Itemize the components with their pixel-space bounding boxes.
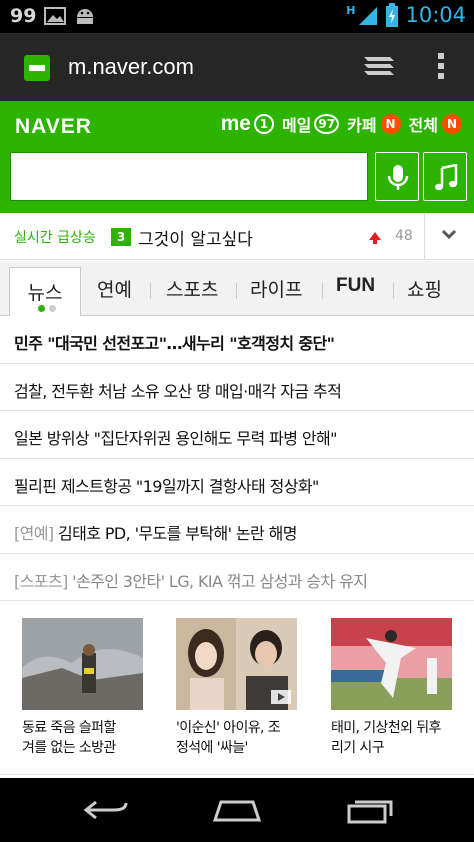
chevron-down-icon[interactable] <box>440 228 458 242</box>
page-indicator <box>38 305 56 312</box>
browser-toolbar: m.naver.com <box>0 33 474 101</box>
status-bar: 99 H 10:04 <box>0 0 474 33</box>
tab-life[interactable]: 라이프 <box>250 275 302 302</box>
music-search-button[interactable] <box>423 152 467 201</box>
search-input[interactable] <box>10 152 368 201</box>
all-services-link[interactable]: 전체 <box>409 112 438 136</box>
system-status: H 10:04 <box>346 3 466 27</box>
android-notification-icon <box>77 9 94 24</box>
clock: 10:04 <box>405 3 466 27</box>
news-photo <box>331 618 452 710</box>
news-headline: '손주인 3안타' LG, KIA 꺾고 삼성과 승차 유지 <box>72 571 368 591</box>
news-headline: 민주 "대국민 선전포고"…새누리 "호객정치 중단" <box>14 334 335 353</box>
realtime-label: 실시간 급상승 <box>14 230 96 246</box>
tab-shopping[interactable]: 쇼핑 <box>407 275 442 302</box>
tabs-icon[interactable] <box>362 53 396 81</box>
divider <box>236 283 237 299</box>
mail-count-badge: 97 <box>314 114 340 134</box>
battery-charging-icon <box>386 3 399 27</box>
news-headline: 일본 방위상 "집단자위권 용인해도 무력 파병 안해" <box>14 429 337 448</box>
tab-label: 뉴스 <box>27 282 63 304</box>
news-photo <box>176 618 297 710</box>
all-new-badge: N <box>442 114 462 134</box>
mail-link[interactable]: 메일 <box>282 112 311 136</box>
list-item[interactable]: [연예] 김태호 PD, '무도를 부탁해' 논란 해명 <box>0 506 474 554</box>
overflow-menu-icon[interactable] <box>436 51 446 85</box>
system-navigation-bar <box>0 778 474 842</box>
photo-news: 동료 죽음 슬퍼할 겨를 없는 소방관 '이순신' 아이유, 조 정석에 '싸늘… <box>0 605 474 775</box>
naver-header: NAVER me 1 메일 97 카페 N 전체 N <box>0 101 474 213</box>
realtime-trending-bar[interactable]: 실시간 급상승 3 그것이 알고싶다 48 <box>0 213 474 260</box>
category-tabs: 뉴스 연예 스포츠 라이프 FUN 쇼핑 <box>0 261 474 316</box>
photo-caption: 태미, 기상천외 뒤후 리기 시구 <box>331 720 441 756</box>
recent-apps-icon[interactable] <box>345 796 395 824</box>
trending-keyword[interactable]: 그것이 알고싶다 <box>138 225 253 250</box>
list-item[interactable]: 민주 "대국민 선전포고"…새누리 "호객정치 중단" <box>0 316 474 364</box>
tab-news[interactable]: 뉴스 <box>9 267 81 316</box>
service-links: me 1 메일 97 카페 N 전체 N <box>221 112 462 136</box>
news-headline: 필리핀 제스트항공 "19일까지 결항사태 정상화" <box>14 476 319 496</box>
photo-card[interactable]: 태미, 기상천외 뒤후 리기 시구 <box>331 618 452 758</box>
photo-caption: 동료 죽음 슬퍼할 겨를 없는 소방관 <box>22 720 116 756</box>
tab-entertainment[interactable]: 연예 <box>97 275 132 302</box>
voice-search-button[interactable] <box>375 152 419 201</box>
tab-sports[interactable]: 스포츠 <box>166 275 218 302</box>
home-icon[interactable] <box>211 796 263 824</box>
me-count-badge: 1 <box>253 114 274 134</box>
microphone-icon <box>387 165 409 190</box>
photo-card[interactable]: '이순신' 아이유, 조 정석에 '싸늘' <box>176 618 297 758</box>
news-list: 민주 "대국민 선전포고"…새누리 "호객정치 중단" 검찰, 전두환 처남 소… <box>0 316 474 601</box>
news-category: [스포츠] <box>14 571 68 591</box>
url-field[interactable]: m.naver.com <box>68 54 194 80</box>
cafe-new-badge: N <box>380 114 401 134</box>
news-category: [연예] <box>14 524 54 543</box>
news-headline: 검찰, 전두환 처남 소유 오산 땅 매입·매각 자금 추적 <box>14 381 342 401</box>
list-item[interactable]: 검찰, 전두환 처남 소유 오산 땅 매입·매각 자금 추적 <box>0 364 474 411</box>
cafe-link[interactable]: 카페 <box>347 112 376 136</box>
divider <box>322 283 323 299</box>
news-headline: 김태호 PD, '무도를 부탁해' 논란 해명 <box>58 524 297 543</box>
video-play-icon <box>271 690 291 704</box>
trending-change-count: 48 <box>395 228 413 244</box>
back-icon[interactable] <box>82 796 130 824</box>
notification-area: 99 <box>10 5 96 27</box>
photo-card[interactable]: 동료 죽음 슬퍼할 겨를 없는 소방관 <box>22 618 143 758</box>
list-item[interactable]: 필리핀 제스트항공 "19일까지 결항사태 정상화" <box>0 459 474 506</box>
naver-logo[interactable]: NAVER <box>15 115 92 139</box>
divider <box>393 283 394 299</box>
signal-icon <box>359 7 378 25</box>
list-item[interactable]: [스포츠] '손주인 3안타' LG, KIA 꺾고 삼성과 승차 유지 <box>0 554 474 601</box>
network-type: H <box>346 3 356 17</box>
trend-up-arrow-icon <box>369 232 381 244</box>
news-photo <box>22 618 143 710</box>
divider <box>424 213 425 259</box>
notification-count: 99 <box>10 5 37 27</box>
photo-caption: '이순신' 아이유, 조 정석에 '싸늘' <box>176 720 281 756</box>
list-item[interactable]: 일본 방위상 "집단자위권 용인해도 무력 파병 안해" <box>0 411 474 459</box>
music-note-icon <box>435 164 458 191</box>
tab-fun[interactable]: FUN <box>336 275 375 297</box>
image-notification-icon <box>44 7 67 25</box>
naver-favicon-icon <box>24 55 50 81</box>
divider <box>150 283 151 299</box>
trending-rank-badge: 3 <box>111 228 131 246</box>
me-link[interactable]: me <box>221 112 251 136</box>
